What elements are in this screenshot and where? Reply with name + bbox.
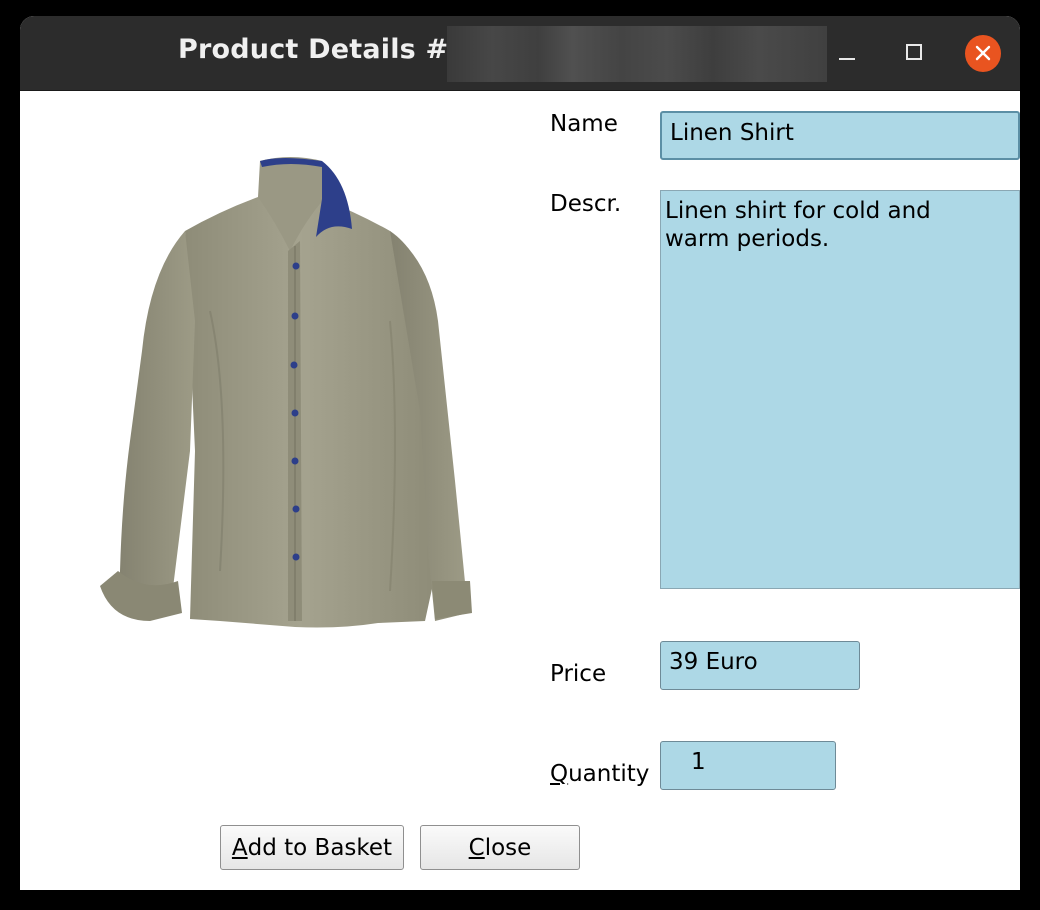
maximize-icon (906, 44, 922, 60)
quantity-mnemonic: Q (550, 761, 569, 787)
description-value: Linen shirt for cold and warm periods. (665, 198, 931, 252)
quantity-value: 1 (691, 749, 706, 775)
name-field[interactable]: Linen Shirt (660, 111, 1020, 160)
maximize-button[interactable] (897, 35, 933, 71)
quantity-field[interactable]: 1 (660, 741, 836, 790)
title-bar[interactable]: Product Details #1 (20, 16, 1020, 91)
description-textarea[interactable]: Linen shirt for cold and warm periods. (660, 190, 1020, 589)
product-details-window: Product Details #1 Name Linen Shirt Desc… (20, 16, 1020, 890)
add-mnemonic: A (231, 834, 248, 861)
redacted-title-area (447, 26, 827, 82)
price-field[interactable]: 39 Euro (660, 641, 860, 690)
window-content: Name Linen Shirt Descr. Linen shirt for … (20, 91, 1020, 890)
close-mnemonic: C (468, 834, 485, 861)
minimize-icon (839, 58, 855, 60)
price-label: Price (550, 661, 607, 687)
window-title: Product Details #1 (178, 34, 468, 65)
name-value: Linen Shirt (670, 120, 794, 146)
add-label-rest: dd to Basket (247, 834, 393, 861)
close-icon (975, 45, 991, 61)
price-value: 39 Euro (669, 649, 758, 675)
description-label: Descr. (550, 191, 622, 217)
minimize-button[interactable] (830, 35, 866, 71)
shirt-image (100, 157, 472, 628)
close-window-button[interactable] (965, 34, 1001, 72)
close-button-circle (965, 34, 1001, 72)
quantity-label-rest: uantity (568, 761, 650, 787)
add-to-basket-button[interactable]: Add to Basket (220, 825, 404, 870)
close-label-rest: lose (484, 834, 532, 861)
quantity-label: Quantity (550, 761, 649, 787)
close-button[interactable]: Close (420, 825, 580, 870)
name-label: Name (550, 111, 618, 137)
